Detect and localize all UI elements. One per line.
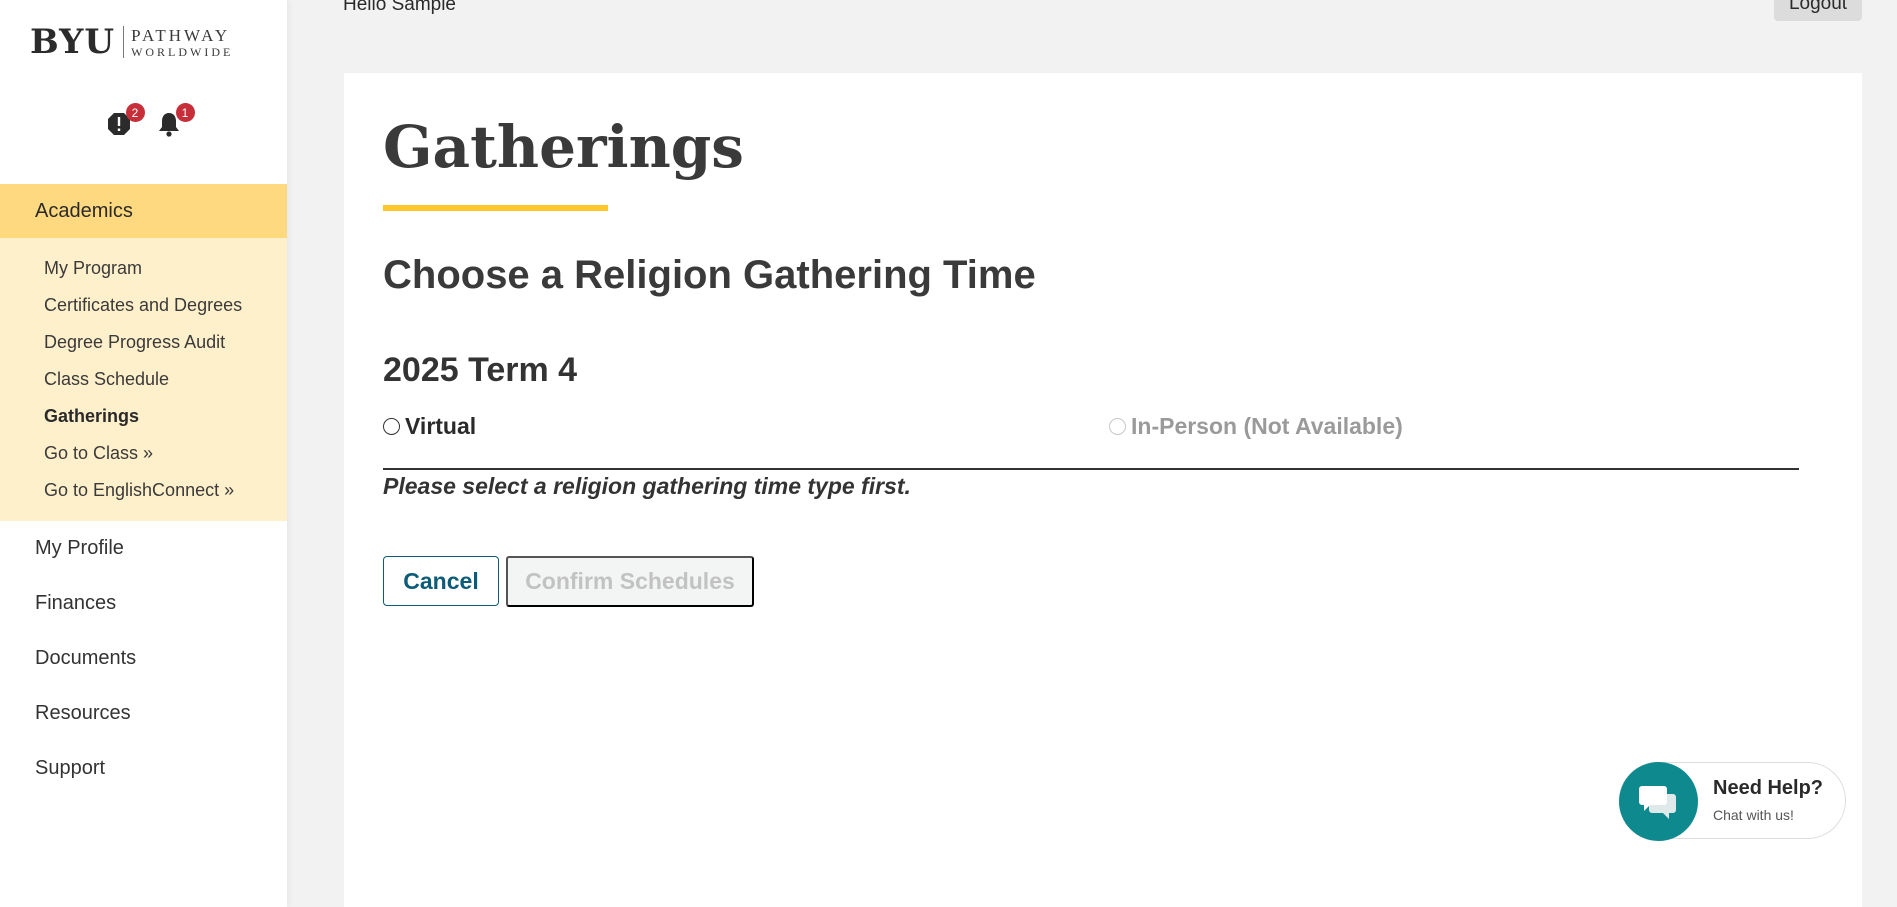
logo-divider <box>123 26 125 58</box>
chat-button[interactable] <box>1619 762 1698 841</box>
page-subtitle: Choose a Religion Gathering Time <box>383 253 1036 297</box>
alerts-badge: 2 <box>125 103 145 122</box>
sidebar-item-resources[interactable]: Resources <box>0 686 287 741</box>
sidebar-subitem-class-schedule[interactable]: Class Schedule <box>0 361 287 398</box>
alerts-button[interactable]: 2 <box>105 103 145 138</box>
sidebar-subitem-go-to-class[interactable]: Go to Class » <box>0 435 287 472</box>
radio-virtual-label: Virtual <box>405 413 477 439</box>
radio-in-person-circle <box>1109 418 1126 435</box>
help-title: Need Help? <box>1713 777 1824 799</box>
radio-virtual[interactable]: Virtual <box>383 413 476 440</box>
help-subtitle: Chat with us! <box>1713 807 1794 823</box>
sidebar-subitem-my-program[interactable]: My Program <box>0 250 287 287</box>
term-heading: 2025 Term 4 <box>383 351 578 389</box>
sidebar-subitem-gatherings[interactable]: Gatherings <box>0 398 287 435</box>
sidebar-subitem-englishconnect[interactable]: Go to EnglishConnect » <box>0 472 287 509</box>
gathering-type-options: Virtual In-Person (Not Available) <box>383 413 1843 443</box>
page-title: Gatherings <box>383 113 744 181</box>
selection-hint: Please select a religion gathering time … <box>383 473 911 499</box>
byu-pathway-logo[interactable]: BYU PATHWAY WORLDWIDE <box>30 22 233 62</box>
logo-brand: BYU <box>30 22 116 62</box>
sidebar-item-support[interactable]: Support <box>0 741 287 796</box>
logo-line2: WORLDWIDE <box>131 44 234 59</box>
confirm-schedules-button: Confirm Schedules <box>506 556 754 607</box>
sidebar-item-finances[interactable]: Finances <box>0 576 287 631</box>
academics-submenu: My Program Certificates and Degrees Degr… <box>0 238 287 521</box>
notifications-button[interactable]: 1 <box>155 103 195 138</box>
chat-bubbles-icon <box>1638 785 1676 819</box>
need-help-chat-widget[interactable]: Need Help? Chat with us! <box>1619 762 1846 841</box>
sidebar-item-academics[interactable]: Academics <box>0 184 287 238</box>
radio-in-person: In-Person (Not Available) <box>1109 413 1403 440</box>
sidebar: BYU PATHWAY WORLDWIDE 2 1 Academics My P… <box>0 0 287 907</box>
cancel-button[interactable]: Cancel <box>383 556 499 606</box>
title-underline <box>383 205 608 211</box>
logo-text: PATHWAY WORLDWIDE <box>131 27 233 58</box>
notification-bar: 2 1 <box>0 103 287 138</box>
sidebar-subitem-certificates[interactable]: Certificates and Degrees <box>0 287 287 324</box>
divider <box>383 468 1799 470</box>
radio-in-person-label: In-Person (Not Available) <box>1131 413 1403 439</box>
sidebar-item-documents[interactable]: Documents <box>0 631 287 686</box>
sidebar-subitem-degree-audit[interactable]: Degree Progress Audit <box>0 324 287 361</box>
sidebar-item-my-profile[interactable]: My Profile <box>0 521 287 576</box>
logo-line1: PATHWAY <box>131 25 231 45</box>
radio-virtual-circle[interactable] <box>383 418 400 435</box>
greeting: Hello Sample <box>343 0 456 15</box>
notifications-badge: 1 <box>175 103 195 122</box>
logout-button[interactable]: Logout <box>1774 0 1862 21</box>
sidebar-menu: Academics My Program Certificates and De… <box>0 184 287 796</box>
